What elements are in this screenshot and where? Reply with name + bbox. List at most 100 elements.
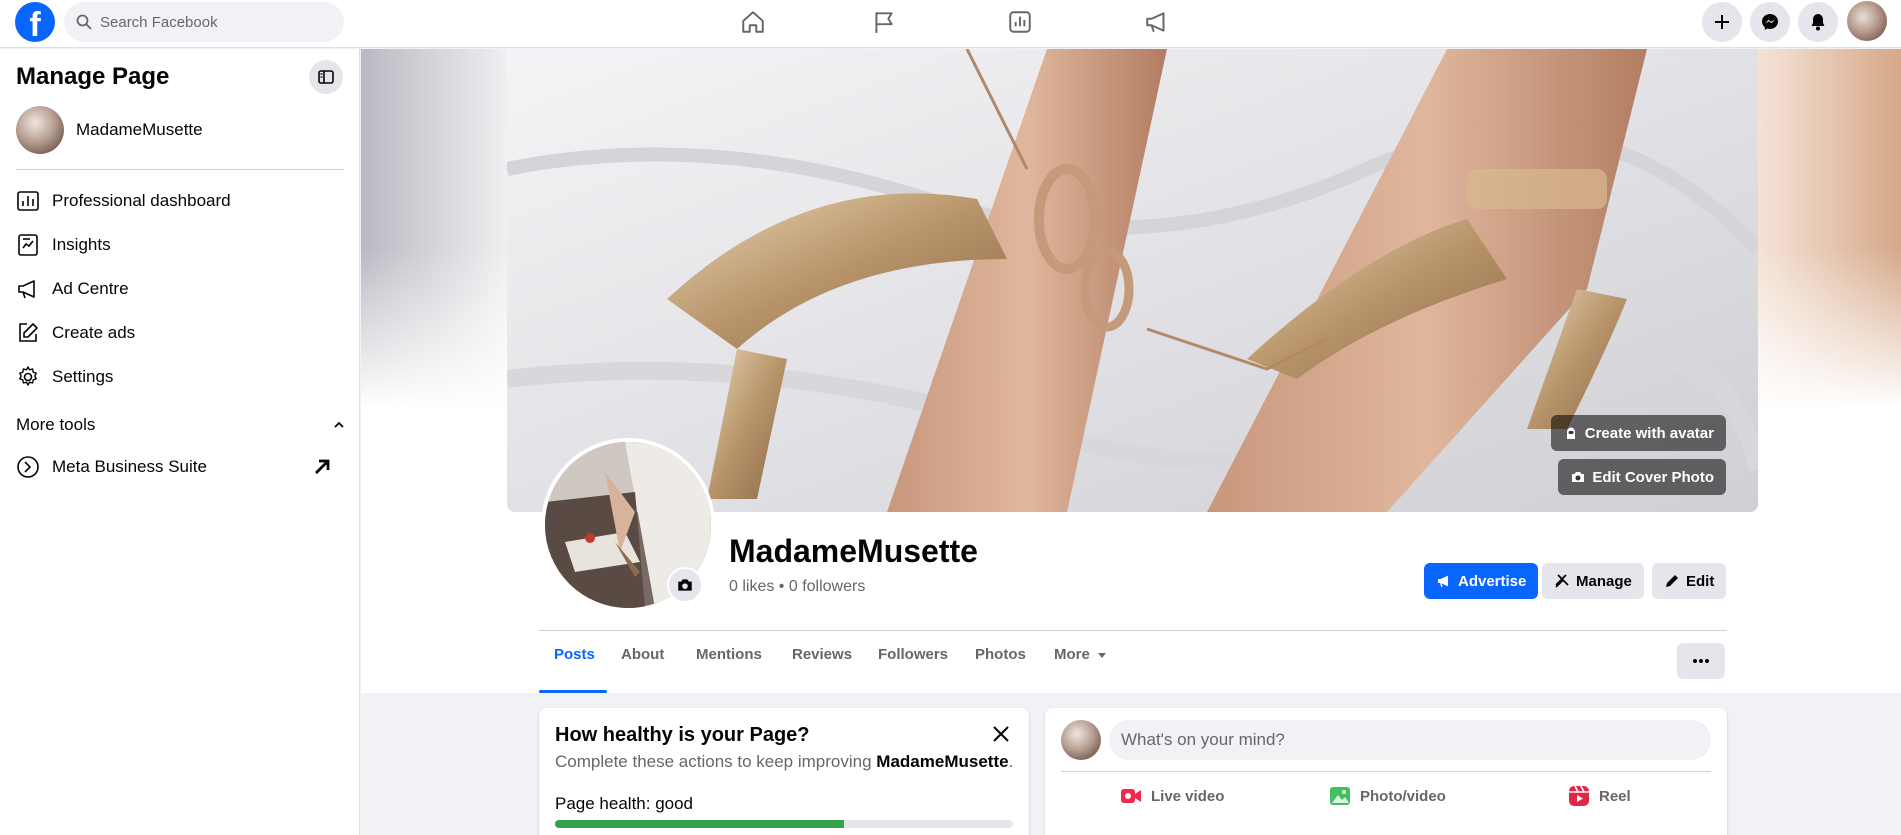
create-button[interactable] — [1702, 2, 1742, 42]
more-tools-label: More tools — [16, 415, 96, 434]
collapse-sidebar-button[interactable] — [309, 60, 343, 94]
health-progress-fill — [555, 820, 844, 828]
advertise-label: Advertise — [1458, 572, 1527, 590]
edit-cover-photo-label: Edit Cover Photo — [1592, 468, 1714, 486]
tab-reviews[interactable]: Reviews — [792, 646, 852, 663]
notifications-button[interactable] — [1798, 2, 1838, 42]
active-tab-indicator — [539, 690, 607, 693]
reel-label: Reel — [1599, 787, 1631, 805]
reel-button[interactable]: Reel — [1567, 784, 1631, 808]
more-tools-toggle[interactable]: More tools — [16, 413, 346, 437]
divider — [1061, 771, 1711, 772]
reel-icon — [1569, 785, 1589, 806]
live-video-label: Live video — [1151, 787, 1225, 805]
ellipsis-icon — [1693, 659, 1709, 663]
pencil-square-icon — [19, 323, 38, 342]
edit-label: Edit — [1686, 572, 1715, 590]
account-avatar[interactable] — [1847, 1, 1887, 41]
pages-nav-button[interactable] — [866, 6, 902, 38]
tab-photos[interactable]: Photos — [975, 646, 1026, 663]
home-icon — [742, 11, 764, 33]
sidebar-page-profile[interactable]: MadameMusette — [16, 105, 346, 155]
edit-cover-photo-button[interactable]: Edit Cover Photo — [1558, 459, 1726, 495]
photo-icon — [1330, 787, 1350, 805]
update-profile-picture-button[interactable] — [667, 567, 703, 603]
search-box[interactable] — [64, 2, 344, 42]
manage-page-sidebar: Manage Page MadameMusette Professional d… — [0, 49, 360, 835]
page-main: Create with avatar Edit Cover Photo Mada… — [361, 49, 1901, 835]
messenger-button[interactable] — [1750, 2, 1790, 42]
health-desc-suffix: . — [1008, 752, 1014, 771]
facebook-logo[interactable]: f — [15, 2, 55, 42]
avatar-icon — [1566, 427, 1575, 439]
tools-icon — [1555, 574, 1569, 588]
tab-more-label: More — [1054, 646, 1090, 663]
live-video-icon — [1121, 789, 1141, 803]
page-health-card: How healthy is your Page? Complete these… — [539, 708, 1029, 835]
camera-icon — [1572, 472, 1585, 482]
home-nav-button[interactable] — [735, 6, 771, 38]
sidebar-title: Manage Page — [16, 63, 170, 90]
sidebar-page-name: MadameMusette — [76, 120, 203, 139]
insights-icon — [18, 234, 38, 256]
search-icon — [76, 14, 92, 30]
cover-photo[interactable]: Create with avatar Edit Cover Photo — [507, 49, 1758, 512]
photo-video-button[interactable]: Photo/video — [1328, 784, 1446, 808]
composer-input[interactable]: What's on your mind? — [1109, 720, 1711, 760]
photo-video-label: Photo/video — [1360, 787, 1446, 805]
manage-button[interactable]: Manage — [1542, 563, 1644, 599]
external-link-icon — [315, 459, 330, 474]
tab-followers[interactable]: Followers — [878, 646, 948, 663]
megaphone-icon — [1146, 12, 1165, 33]
live-video-button[interactable]: Live video — [1119, 784, 1224, 808]
sidebar-item-label: Ad Centre — [52, 279, 129, 298]
sidebar-item-meta-business-suite[interactable]: Meta Business Suite — [16, 449, 346, 485]
divider — [16, 169, 344, 170]
page-stats[interactable]: 0 likes • 0 followers — [729, 578, 865, 596]
tab-mentions[interactable]: Mentions — [696, 646, 762, 663]
close-icon[interactable] — [989, 722, 1013, 746]
health-description: Complete these actions to keep improving… — [555, 752, 1013, 772]
messenger-icon — [1762, 14, 1778, 30]
sidebar-item-insights[interactable]: Insights — [16, 227, 346, 263]
health-desc-page-name[interactable]: MadameMusette — [876, 752, 1008, 771]
sidebar-item-ad-centre[interactable]: Ad Centre — [16, 271, 346, 307]
sidebar-item-professional-dashboard[interactable]: Professional dashboard — [16, 183, 346, 219]
top-navigation-bar: f — [0, 0, 1901, 48]
pencil-icon — [1666, 575, 1678, 587]
camera-icon — [678, 579, 692, 591]
search-input[interactable] — [100, 13, 320, 31]
megaphone-icon — [1438, 575, 1448, 588]
avatar[interactable] — [1061, 720, 1101, 760]
edit-page-button[interactable]: Edit — [1652, 563, 1727, 599]
advertise-button[interactable]: Advertise — [1424, 563, 1539, 599]
sidebar-item-label: Insights — [52, 235, 111, 254]
sidebar-item-create-ads[interactable]: Create ads — [16, 315, 346, 351]
gear-icon — [19, 366, 37, 386]
avatar — [16, 106, 64, 154]
sidebar-item-label: Create ads — [52, 323, 136, 342]
tab-about[interactable]: About — [621, 646, 664, 663]
create-with-avatar-button[interactable]: Create with avatar — [1550, 415, 1726, 451]
health-desc-prefix: Complete these actions to keep improving — [555, 752, 877, 771]
divider — [539, 630, 1727, 631]
insights-icon — [1009, 11, 1031, 33]
health-status: Page health: good — [555, 794, 694, 813]
megaphone-icon — [18, 280, 35, 299]
sidebar-item-label: Meta Business Suite — [52, 457, 207, 476]
sidebar-item-label: Settings — [52, 367, 114, 386]
health-progress-bar — [555, 820, 1013, 828]
tab-more[interactable]: More — [1054, 646, 1108, 663]
more-options-button[interactable] — [1677, 643, 1725, 679]
manage-label: Manage — [1576, 572, 1632, 590]
chevron-up-icon — [334, 421, 344, 428]
caret-down-icon — [1097, 652, 1106, 658]
post-composer: What's on your mind? Live video Photo/vi… — [1045, 708, 1727, 835]
insights-nav-button[interactable] — [1002, 6, 1038, 38]
sidebar-item-settings[interactable]: Settings — [16, 359, 346, 395]
flag-icon — [875, 12, 893, 33]
tab-posts[interactable]: Posts — [554, 646, 595, 663]
page-title: MadameMusette — [729, 533, 978, 569]
ads-nav-button[interactable] — [1139, 6, 1175, 38]
dashboard-icon — [17, 191, 39, 211]
